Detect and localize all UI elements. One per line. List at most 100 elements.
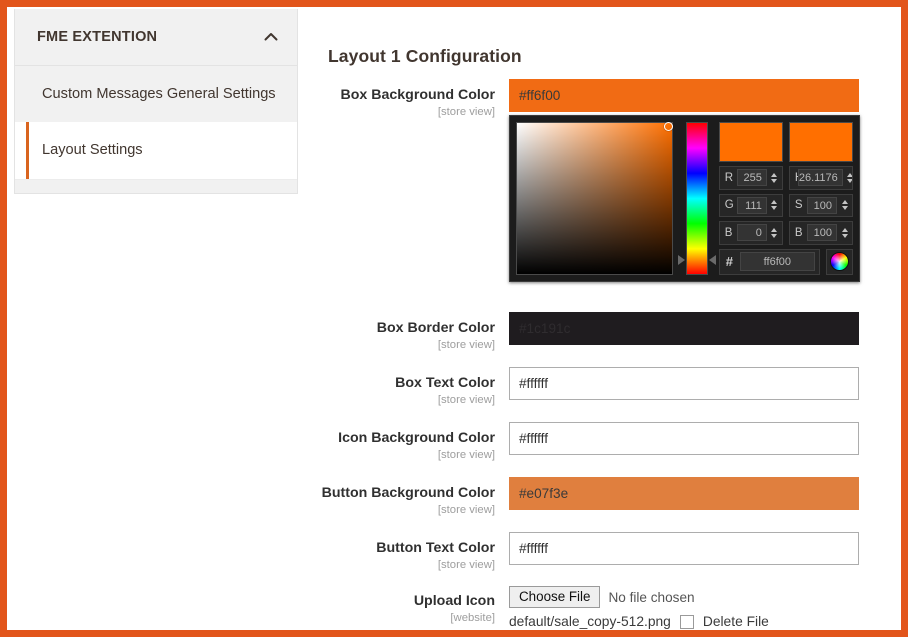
field-label-group: Upload Icon [website] xyxy=(319,585,509,629)
field-label-group: Box Background Color [store view] xyxy=(319,79,509,118)
existing-file-row: default/sale_copy-512.png Delete File xyxy=(509,614,872,629)
field-scope: [store view] xyxy=(319,394,495,406)
hex-label: # xyxy=(726,254,740,269)
field-row-button-background-color: Button Background Color [store view] xyxy=(319,477,872,516)
box-text-color-input[interactable] xyxy=(509,367,859,400)
channel-value[interactable]: 255 xyxy=(737,169,767,186)
field-row-box-border-color: Box Border Color [store view] xyxy=(319,312,872,351)
sidebar-item-layout-settings[interactable]: Layout Settings xyxy=(15,122,297,180)
field-control: R 255 H 26.1176 xyxy=(509,79,872,118)
field-control xyxy=(509,532,872,571)
field-scope: [store view] xyxy=(319,449,495,461)
spinner-saturation[interactable] xyxy=(840,200,849,210)
sidebar-section-header[interactable]: FME EXTENTION xyxy=(15,9,297,66)
spinner-blue[interactable] xyxy=(770,228,779,238)
hex-value[interactable]: ff6f00 xyxy=(740,252,815,271)
sidebar-footer-strip xyxy=(15,179,297,193)
field-label-group: Box Border Color [store view] xyxy=(319,312,509,351)
box-border-color-input[interactable] xyxy=(509,312,859,345)
hex-row: # ff6f00 xyxy=(719,249,853,275)
channel-field-brightness[interactable]: B 100 xyxy=(789,221,853,244)
admin-page-canvas: FME EXTENTION Custom Messages General Se… xyxy=(7,7,901,630)
field-scope: [store view] xyxy=(319,339,495,351)
channel-field-red[interactable]: R 255 xyxy=(719,166,783,189)
config-sidebar: FME EXTENTION Custom Messages General Se… xyxy=(14,9,298,194)
color-wheel-icon[interactable] xyxy=(826,249,853,275)
channel-label: B xyxy=(725,227,737,239)
delete-file-checkbox[interactable] xyxy=(680,615,694,629)
spinner-red[interactable] xyxy=(770,173,779,183)
channel-label: R xyxy=(725,172,737,184)
hex-field[interactable]: # ff6f00 xyxy=(719,249,820,275)
field-label-group: Icon Background Color [store view] xyxy=(319,422,509,461)
channel-value[interactable]: 111 xyxy=(737,197,767,214)
screenshot-frame: FME EXTENTION Custom Messages General Se… xyxy=(0,0,908,637)
color-preview-row xyxy=(719,122,853,162)
chevron-up-icon[interactable] xyxy=(263,29,279,45)
saturation-brightness-area[interactable] xyxy=(516,122,673,275)
channel-label: B xyxy=(795,227,807,239)
field-row-upload-icon: Upload Icon [website] Choose File No fil… xyxy=(319,585,872,629)
delete-file-label[interactable]: Delete File xyxy=(703,614,769,629)
spinner-brightness[interactable] xyxy=(840,228,849,238)
box-background-color-input[interactable] xyxy=(509,79,859,112)
file-input-row: Choose File No file chosen xyxy=(509,585,872,609)
field-label: Box Border Color xyxy=(319,320,495,337)
field-scope: [store view] xyxy=(319,504,495,516)
channel-value[interactable]: 100 xyxy=(807,224,837,241)
field-label: Button Background Color xyxy=(319,485,495,502)
spinner-green[interactable] xyxy=(770,200,779,210)
color-cursor-marker[interactable] xyxy=(664,122,673,131)
config-main-panel: Layout 1 Configuration Box Background Co… xyxy=(319,7,901,630)
channel-label: S xyxy=(795,199,807,211)
field-label-group: Button Background Color [store view] xyxy=(319,477,509,516)
field-control: Choose File No file chosen default/sale_… xyxy=(509,585,872,629)
color-preview-current[interactable] xyxy=(789,122,853,162)
sidebar-item-label: Custom Messages General Settings xyxy=(42,86,276,102)
field-scope: [store view] xyxy=(319,106,495,118)
button-background-color-input[interactable] xyxy=(509,477,859,510)
field-label-group: Button Text Color [store view] xyxy=(319,532,509,571)
hue-slider[interactable] xyxy=(686,122,708,275)
sidebar-item-label: Layout Settings xyxy=(42,142,143,158)
field-label: Button Text Color xyxy=(319,540,495,557)
channel-value[interactable]: 26.1176 xyxy=(798,169,843,186)
channel-row-r-h: R 255 H 26.1176 xyxy=(719,166,853,189)
color-picker-controls: R 255 H 26.1176 xyxy=(719,122,853,275)
channel-label: G xyxy=(725,199,737,211)
sidebar-section-title: FME EXTENTION xyxy=(37,29,157,45)
existing-file-name: default/sale_copy-512.png xyxy=(509,614,671,629)
hue-slider-wrap xyxy=(679,122,715,275)
channel-field-blue[interactable]: B 0 xyxy=(719,221,783,244)
channel-value[interactable]: 0 xyxy=(737,224,767,241)
channel-value[interactable]: 100 xyxy=(807,197,837,214)
sidebar-item-custom-messages-general-settings[interactable]: Custom Messages General Settings xyxy=(15,66,297,122)
hue-marker-right-arrow-icon[interactable] xyxy=(709,255,716,265)
icon-background-color-input[interactable] xyxy=(509,422,859,455)
hue-marker-left-arrow-icon[interactable] xyxy=(678,255,685,265)
channel-row-b-b: B 0 B 100 xyxy=(719,221,853,244)
color-picker-popup[interactable]: R 255 H 26.1176 xyxy=(509,115,860,282)
field-scope: [website] xyxy=(319,612,495,624)
color-preview-new[interactable] xyxy=(719,122,783,162)
field-control xyxy=(509,312,872,351)
field-row-box-text-color: Box Text Color [store view] xyxy=(319,367,872,406)
channel-field-saturation[interactable]: S 100 xyxy=(789,194,853,217)
channel-row-g-s: G 111 S 100 xyxy=(719,194,853,217)
field-row-icon-background-color: Icon Background Color [store view] xyxy=(319,422,872,461)
page-title: Layout 1 Configuration xyxy=(328,46,522,67)
field-scope: [store view] xyxy=(319,559,495,571)
field-label: Upload Icon xyxy=(319,593,495,610)
button-text-color-input[interactable] xyxy=(509,532,859,565)
no-file-chosen-text: No file chosen xyxy=(608,590,694,605)
spinner-hue[interactable] xyxy=(846,173,853,183)
sidebar-item-list: Custom Messages General Settings Layout … xyxy=(15,66,297,179)
field-label: Box Background Color xyxy=(319,87,495,104)
field-row-box-background-color: Box Background Color [store view] xyxy=(319,79,872,118)
channel-field-green[interactable]: G 111 xyxy=(719,194,783,217)
channel-field-hue[interactable]: H 26.1176 xyxy=(789,166,853,189)
field-control xyxy=(509,477,872,516)
field-control xyxy=(509,367,872,406)
field-label-group: Box Text Color [store view] xyxy=(319,367,509,406)
choose-file-button[interactable]: Choose File xyxy=(509,586,600,609)
